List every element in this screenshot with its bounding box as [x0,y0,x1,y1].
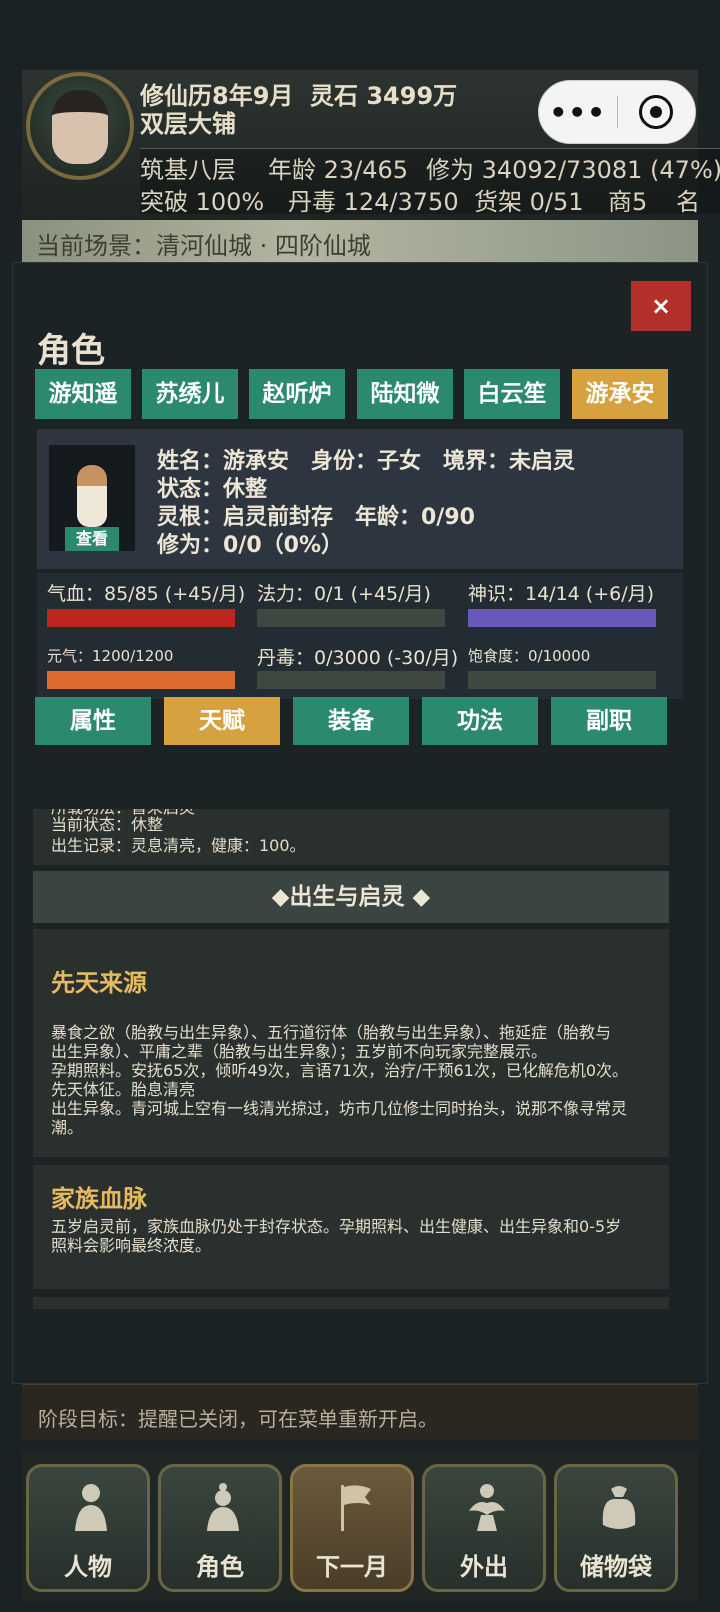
subtab-talent[interactable]: 天赋 [164,697,280,745]
shop-name: 双层大铺 [140,110,236,138]
nav-role-button[interactable]: 角色 [158,1464,282,1592]
stat-satiety-bar [468,671,656,689]
close-button[interactable]: × [631,281,691,331]
character-tab[interactable]: 赵听炉 [249,369,345,419]
nav-travel-button[interactable]: 外出 [422,1464,546,1592]
scene-banner: 当前场景：清河仙城 · 四阶仙城 [22,220,698,264]
stat-spirit-bar [468,609,656,627]
character-tab[interactable]: 苏绣儿 [142,369,238,419]
bloodline-title: 家族血脉 [51,1185,147,1213]
stat-mana-label: 法力：0/1 (+45/月) [257,583,431,605]
pill-toxin-text: 丹毒 124/3750 [288,188,459,216]
status-card: 所载功法：暂未启灵 当前状态：休整 出生记录：灵息清亮，健康：100。 [33,809,669,865]
nav-bag-button[interactable]: 储物袋 [554,1464,678,1592]
scene-text: 当前场景：清河仙城 · 四阶仙城 [36,232,371,260]
realm-text: 筑基八层 [140,156,236,184]
person-icon [75,1484,107,1531]
innate-source-title: 先天来源 [51,969,147,997]
flag-icon [341,1485,371,1531]
nav-label: 人物 [64,1553,112,1581]
close-miniprogram-icon[interactable] [618,95,696,129]
subtab-skills[interactable]: 功法 [422,697,538,745]
bloodline-card: 家族血脉 五岁启灵前，家族血脉仍处于封存状态。孕期照料、出生健康、出生异象和0-… [33,1165,669,1289]
text-line: 暴食之欲（胎教与出生异象）、五行道衍体（胎教与出生异象）、拖延症（胎教与 [51,1023,612,1042]
text-line: 出生异象）、平庸之辈（胎教与出生异象）；五岁前不向玩家完整展示。 [51,1042,548,1061]
stat-mana-bar [257,609,445,627]
character-tab[interactable]: 陆知微 [357,369,453,419]
age-text: 年龄 23/465 [268,156,409,184]
fame-text: 名 [676,188,700,216]
nav-person-button[interactable]: 人物 [26,1464,150,1592]
character-tab[interactable]: 游知遥 [35,369,131,419]
more-menu-icon[interactable]: ••• [539,96,617,129]
breakthrough-text: 突破 100% [140,188,265,216]
modal-title: 角色 [37,331,105,371]
text-line: 五岁启灵前，家族血脉仍处于封存状态。孕期照料、出生健康、出生异象和0-5岁 [51,1217,622,1236]
baby-icon [77,465,107,527]
travel-icon [469,1484,505,1531]
nav-label: 角色 [196,1553,244,1581]
next-card-peek [33,1297,669,1309]
miniprogram-capsule: ••• [538,80,696,144]
section-header: ◆出生与启灵 ◆ [33,871,669,923]
character-info-panel: 查看 姓名：游承安 身份：子女 境界：未启灵 状态：休整 灵根：启灵前封存 年龄… [37,429,683,569]
info-cultivation-line: 修为：0/0（0%） [157,533,344,558]
bottom-nav: 人物 角色 下一月 外出 储物袋 [22,1450,698,1602]
character-portrait[interactable]: 查看 [49,445,135,551]
merchant-text: 商5 [608,188,648,216]
bag-icon [602,1486,636,1529]
talent-content-scroll[interactable]: 所载功法：暂未启灵 当前状态：休整 出生记录：灵息清亮，健康：100。 ◆出生与… [33,809,689,1309]
nav-next-month-button[interactable]: 下一月 [290,1464,414,1592]
stat-hp-bar [47,609,235,627]
stat-satiety-label: 饱食度：0/10000 [468,647,591,665]
spirit-stones-text: 灵石 3499万 [310,82,458,110]
text-line: 先天体征。胎息清亮 [51,1080,196,1099]
stat-hp-label: 气血：85/85 (+45/月) [47,583,246,605]
subtab-profession[interactable]: 副职 [551,697,667,745]
stat-vital-label: 元气：1200/1200 [47,647,174,665]
player-avatar[interactable] [26,72,134,180]
subtab-equipment[interactable]: 装备 [293,697,409,745]
text-line: 潮。 [51,1118,84,1137]
stat-toxin-bar [257,671,445,689]
avatar-face-icon [52,90,108,164]
subtab-attributes[interactable]: 属性 [35,697,151,745]
stat-toxin-label: 丹毒：0/3000 (-30/月) [257,647,459,669]
character-tab-selected[interactable]: 游承安 [572,369,668,419]
current-state-line: 当前状态：休整 [51,815,164,834]
nav-label: 外出 [460,1553,508,1581]
text-line: 孕期照料。安抚65次，倾听49次，言语71次，治疗/干预61次，已化解危机0次。 [51,1061,629,1080]
stat-bars-panel: 气血：85/85 (+45/月) 法力：0/1 (+45/月) 神识：14/14… [37,573,683,699]
nav-label: 下一月 [316,1553,388,1581]
cultivation-text: 修为 34092/73081 (47%) [426,156,720,184]
shelf-text: 货架 0/51 [474,188,584,216]
text-line: 出生异象。青河城上空有一线清光掠过，坊市几位修士同时抬头，说那不像寻常灵 [51,1099,628,1118]
bloodline-text: 五岁启灵前，家族血脉仍处于封存状态。孕期照料、出生健康、出生异象和0-5岁 照料… [51,1217,621,1255]
character-modal: × 角色 游知遥 苏绣儿 赵听炉 陆知微 白云笙 游承安 查看 姓名：游承安 身… [12,262,708,1384]
role-icon [207,1483,239,1531]
innate-source-card: 先天来源 暴食之欲（胎教与出生异象）、五行道衍体（胎教与出生异象）、拖延症（胎教… [33,929,669,1157]
stat-vital-bar [47,671,235,689]
goal-bar: 阶段目标：提醒已关闭，可在菜单重新开启。 [22,1384,698,1440]
stat-spirit-label: 神识：14/14 (+6/月) [468,583,655,605]
view-button[interactable]: 查看 [65,527,119,551]
innate-source-text: 暴食之欲（胎教与出生异象）、五行道衍体（胎教与出生异象）、拖延症（胎教与 出生异… [51,1023,628,1137]
text-line: 照料会影响最终浓度。 [51,1236,212,1255]
goal-text: 阶段目标：提醒已关闭，可在菜单重新开启。 [38,1407,438,1431]
character-tab[interactable]: 白云笙 [464,369,560,419]
birth-record-line: 出生记录：灵息清亮，健康：100。 [51,836,306,855]
nav-label: 储物袋 [580,1553,652,1581]
